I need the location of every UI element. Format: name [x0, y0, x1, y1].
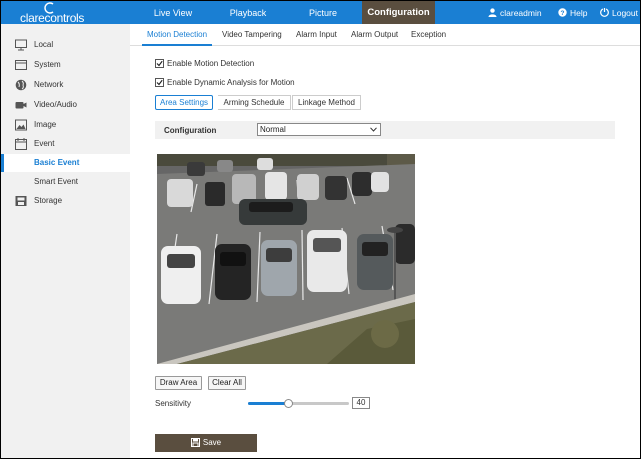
- tab-video-tampering[interactable]: Video Tampering: [222, 30, 282, 39]
- brand-name: clarecontrols: [20, 11, 85, 25]
- help-icon: ?: [558, 8, 567, 17]
- nav-picture[interactable]: Picture: [289, 1, 357, 25]
- save-button[interactable]: Save: [155, 434, 257, 452]
- configuration-row: Configuration Normal: [155, 121, 615, 139]
- top-navigation-bar: clarecontrols Live View Playback Picture…: [0, 0, 641, 25]
- tab-exception[interactable]: Exception: [411, 30, 446, 39]
- enable-motion-detection-label: Enable Motion Detection: [167, 59, 255, 68]
- user-account[interactable]: clareadmin: [488, 1, 542, 25]
- nav-playback[interactable]: Playback: [214, 1, 282, 25]
- sidebar-item-smart-event[interactable]: Smart Event: [1, 173, 131, 191]
- subtab-area-settings[interactable]: Area Settings: [155, 95, 213, 110]
- camera-preview[interactable]: [157, 154, 415, 364]
- sidebar-item-network[interactable]: Network: [1, 76, 131, 94]
- logout-icon: [600, 8, 609, 17]
- nav-live-view[interactable]: Live View: [139, 1, 207, 25]
- sidebar-item-label: Local: [34, 40, 54, 49]
- sidebar-item-label: System: [34, 60, 61, 69]
- sidebar-item-label: Event: [34, 139, 55, 148]
- clarecontrols-logo: clarecontrols: [9, 2, 99, 25]
- configuration-label: Configuration: [164, 126, 217, 135]
- sidebar-item-label: Image: [34, 120, 57, 129]
- checkmark-icon: [156, 60, 163, 67]
- configuration-select[interactable]: Normal: [257, 123, 381, 136]
- calendar-icon: [15, 138, 27, 150]
- subtab-arming-schedule[interactable]: Arming Schedule: [218, 95, 291, 110]
- chevron-down-icon: [370, 127, 377, 132]
- sidebar-item-basic-event[interactable]: Basic Event: [1, 154, 131, 172]
- nav-configuration[interactable]: Configuration: [362, 1, 435, 25]
- save-disk-icon: [191, 438, 200, 447]
- checkmark-icon: [156, 79, 163, 86]
- sidebar-item-event[interactable]: Event: [1, 135, 131, 153]
- parking-lot-camera-image: [157, 154, 415, 364]
- enable-dynamic-analysis-checkbox[interactable]: [155, 78, 164, 87]
- draw-area-button[interactable]: Draw Area: [155, 376, 202, 390]
- sensitivity-value-input[interactable]: 40: [352, 397, 370, 409]
- clear-all-button[interactable]: Clear All: [208, 376, 246, 390]
- sidebar-item-label: Smart Event: [34, 177, 79, 186]
- configuration-value: Normal: [260, 125, 286, 134]
- system-icon: [15, 60, 27, 70]
- sensitivity-label: Sensitivity: [155, 399, 192, 408]
- sidebar-item-label: Storage: [34, 196, 63, 205]
- globe-icon: [15, 79, 27, 91]
- enable-motion-detection-checkbox[interactable]: [155, 59, 164, 68]
- subtab-linkage-method[interactable]: Linkage Method: [292, 95, 361, 110]
- monitor-icon: [15, 39, 27, 51]
- image-icon: [15, 119, 27, 131]
- tab-alarm-input[interactable]: Alarm Input: [296, 30, 337, 39]
- sidebar-item-local[interactable]: Local: [1, 36, 131, 54]
- sidebar-item-storage[interactable]: Storage: [1, 192, 131, 210]
- sidebar-item-label: Network: [34, 80, 64, 89]
- user-icon: [488, 8, 497, 17]
- active-tab-indicator: [142, 44, 212, 46]
- video-audio-icon: [15, 102, 27, 109]
- sidebar-item-label: Basic Event: [34, 158, 80, 167]
- sidebar-item-system[interactable]: System: [1, 56, 131, 74]
- storage-icon: [15, 196, 27, 206]
- sensitivity-slider-fill: [248, 402, 289, 405]
- sidebar-item-label: Video/Audio: [34, 100, 77, 109]
- sidebar: Local System Network Video/Audio Image E…: [0, 24, 131, 459]
- sensitivity-slider[interactable]: [248, 399, 349, 408]
- sidebar-item-video-audio[interactable]: Video/Audio: [1, 96, 131, 114]
- enable-dynamic-analysis-label: Enable Dynamic Analysis for Motion: [167, 78, 295, 87]
- logout-link[interactable]: Logout: [600, 1, 638, 25]
- help-link[interactable]: ? Help: [558, 1, 587, 25]
- svg-text:?: ?: [561, 10, 565, 17]
- sensitivity-slider-handle[interactable]: [284, 399, 294, 408]
- tab-alarm-output[interactable]: Alarm Output: [351, 30, 398, 39]
- event-tabs: Motion Detection Video Tampering Alarm I…: [130, 24, 640, 46]
- main-content: Motion Detection Video Tampering Alarm I…: [130, 24, 641, 459]
- sidebar-item-image[interactable]: Image: [1, 116, 131, 134]
- tab-motion-detection[interactable]: Motion Detection: [147, 30, 207, 39]
